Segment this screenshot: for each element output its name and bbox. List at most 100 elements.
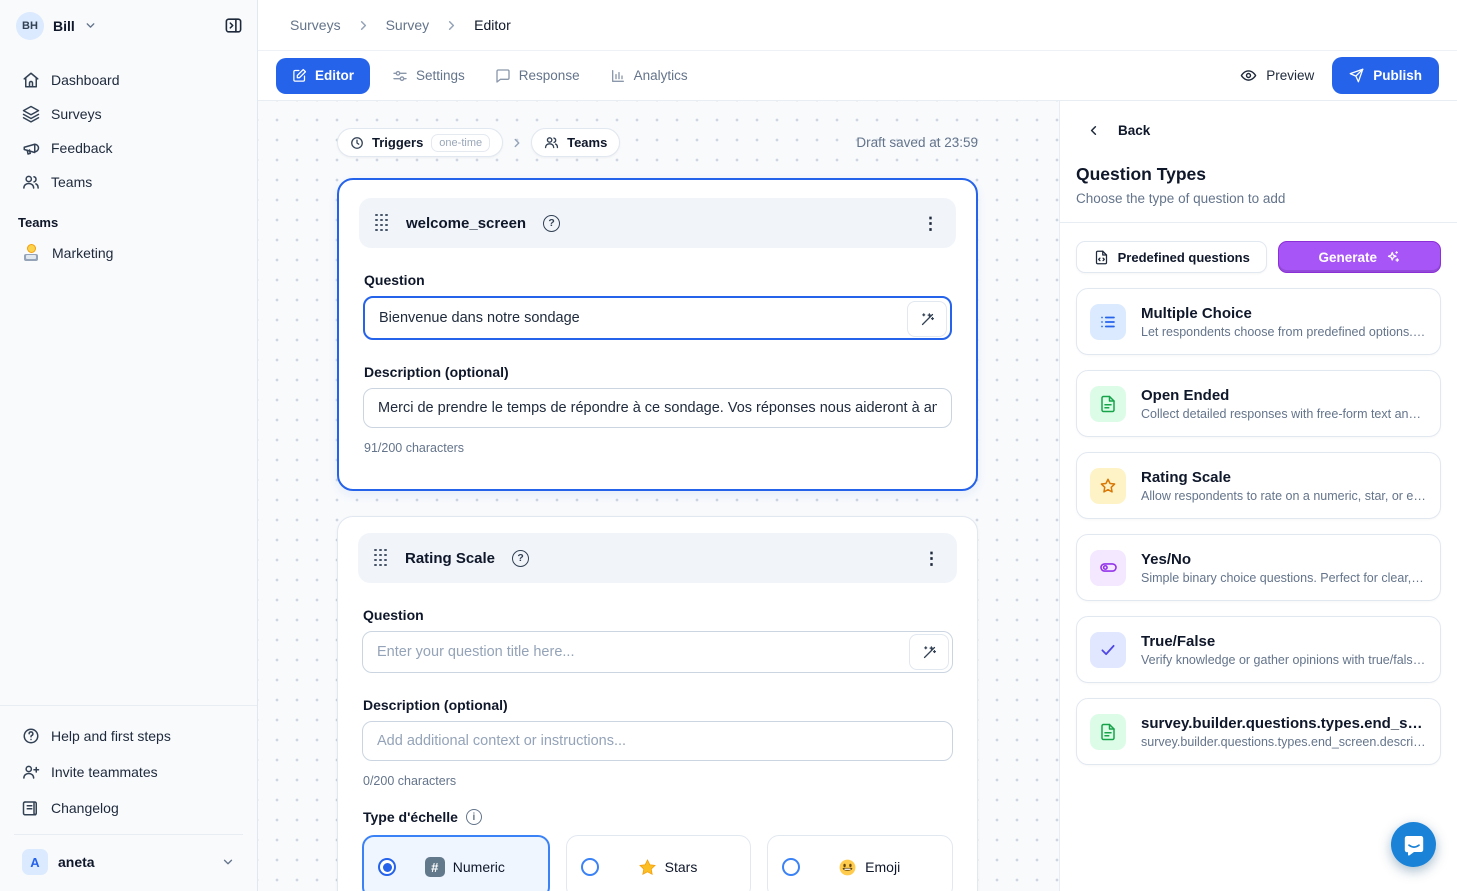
sidebar-item-label: Changelog xyxy=(51,800,119,816)
tab-response[interactable]: Response xyxy=(495,68,580,84)
kebab-menu-icon[interactable]: ⋮ xyxy=(923,550,941,567)
breadcrumb-editor[interactable]: Editor xyxy=(474,17,511,33)
question-type-multiple-choice[interactable]: Multiple Choice Let respondents choose f… xyxy=(1076,288,1441,355)
file-code-icon xyxy=(1094,250,1109,265)
info-icon[interactable]: i xyxy=(466,809,482,825)
file-text-icon xyxy=(1090,714,1126,750)
sidebar-team-marketing[interactable]: Marketing xyxy=(12,236,245,270)
account-avatar: A xyxy=(22,849,48,875)
question-title-input[interactable] xyxy=(363,296,952,340)
question-type-name: Multiple Choice xyxy=(1141,305,1427,322)
generate-button[interactable]: Generate xyxy=(1278,241,1441,273)
workspace-switcher[interactable]: BH Bill xyxy=(16,12,97,40)
list-icon xyxy=(1090,304,1126,340)
question-card-title: welcome_screen xyxy=(406,215,526,232)
survey-canvas: Triggers one-time Teams Draft saved at 2… xyxy=(258,101,1059,891)
predefined-questions-label: Predefined questions xyxy=(1118,250,1250,265)
scale-option-emoji[interactable]: Emoji xyxy=(767,835,953,891)
sidebar-item-teams[interactable]: Teams xyxy=(12,165,245,199)
clock-icon xyxy=(350,136,364,150)
sidebar-item-changelog[interactable]: Changelog xyxy=(12,790,245,826)
sidebar-item-feedback[interactable]: Feedback xyxy=(12,131,245,165)
question-card-welcome-screen[interactable]: welcome_screen ? ⋮ Question Description … xyxy=(337,178,978,491)
question-field-label: Question xyxy=(364,272,952,288)
sidebar-item-help[interactable]: Help and first steps xyxy=(12,718,245,754)
question-description-input[interactable] xyxy=(362,721,953,761)
predefined-questions-button[interactable]: Predefined questions xyxy=(1076,241,1267,273)
help-circle-icon[interactable]: ? xyxy=(543,215,560,232)
star-icon xyxy=(1090,468,1126,504)
drag-handle-icon[interactable] xyxy=(375,214,389,233)
account-menu[interactable]: A aneta xyxy=(12,843,245,881)
question-type-rating-scale[interactable]: Rating Scale Allow respondents to rate o… xyxy=(1076,452,1441,519)
question-type-description: survey.builder.questions.types.end_scree… xyxy=(1141,735,1427,749)
magic-wand-icon xyxy=(920,312,935,327)
teams-pill[interactable]: Teams xyxy=(531,128,620,157)
generate-label: Generate xyxy=(1318,250,1377,265)
question-type-end-screen[interactable]: survey.builder.questions.types.end_scr..… xyxy=(1076,698,1441,765)
radio-icon xyxy=(581,858,599,876)
ai-rewrite-button[interactable] xyxy=(907,301,947,337)
editor-toolbar: Editor Settings Response Analytics Previ… xyxy=(258,51,1457,101)
chevron-down-icon xyxy=(84,19,97,32)
triggers-label: Triggers xyxy=(372,135,423,150)
question-title-input[interactable] xyxy=(362,631,953,673)
help-circle-icon[interactable]: ? xyxy=(512,550,529,567)
question-type-description: Simple binary choice questions. Perfect … xyxy=(1141,571,1427,585)
divider xyxy=(1060,222,1457,223)
sidebar-item-invite[interactable]: Invite teammates xyxy=(12,754,245,790)
newspaper-icon xyxy=(22,799,40,817)
preview-button[interactable]: Preview xyxy=(1240,67,1314,84)
radio-checked-icon xyxy=(378,858,396,876)
sidebar-item-dashboard[interactable]: Dashboard xyxy=(12,63,245,97)
breadcrumb-surveys[interactable]: Surveys xyxy=(290,17,341,33)
publish-button[interactable]: Publish xyxy=(1332,57,1439,94)
scale-option-stars[interactable]: Stars xyxy=(566,835,752,891)
triggers-pill[interactable]: Triggers one-time xyxy=(337,128,503,157)
radio-icon xyxy=(782,858,800,876)
char-count: 0/200 characters xyxy=(363,774,953,788)
panel-subtitle: Choose the type of question to add xyxy=(1076,191,1441,206)
scale-option-label: Numeric xyxy=(453,859,505,875)
tab-settings[interactable]: Settings xyxy=(392,68,465,84)
question-type-open-ended[interactable]: Open Ended Collect detailed responses wi… xyxy=(1076,370,1441,437)
help-circle-icon xyxy=(22,727,40,745)
drag-handle-icon[interactable] xyxy=(374,549,388,568)
question-field-label: Question xyxy=(363,607,953,623)
users-icon xyxy=(22,173,40,191)
sidebar-item-label: Dashboard xyxy=(51,72,120,88)
tab-label: Analytics xyxy=(634,68,688,83)
question-card-header: Rating Scale ? ⋮ xyxy=(358,533,957,583)
scale-option-numeric[interactable]: # Numeric xyxy=(362,835,550,891)
megaphone-icon xyxy=(22,139,40,157)
back-button[interactable]: Back xyxy=(1076,123,1441,138)
trigger-frequency-badge: one-time xyxy=(431,134,490,152)
question-card-header: welcome_screen ? ⋮ xyxy=(359,198,956,248)
chat-widget-button[interactable] xyxy=(1391,822,1436,867)
kebab-menu-icon[interactable]: ⋮ xyxy=(922,215,940,232)
question-card-rating-scale[interactable]: Rating Scale ? ⋮ Question Description (o… xyxy=(337,516,978,891)
question-type-true-false[interactable]: True/False Verify knowledge or gather op… xyxy=(1076,616,1441,683)
eye-icon xyxy=(1240,67,1257,84)
breadcrumb-survey[interactable]: Survey xyxy=(386,17,430,33)
home-icon xyxy=(22,71,40,89)
scale-type-options: # Numeric Stars xyxy=(362,835,953,891)
smiley-emoji-icon xyxy=(838,858,857,877)
collapse-sidebar-button[interactable] xyxy=(224,16,243,35)
tab-editor[interactable]: Editor xyxy=(276,58,370,94)
sidebar-item-label: Help and first steps xyxy=(51,728,171,744)
tab-analytics[interactable]: Analytics xyxy=(610,68,688,84)
question-type-yes-no[interactable]: Yes/No Simple binary choice questions. P… xyxy=(1076,534,1441,601)
chat-bubble-icon xyxy=(1402,833,1426,857)
draft-status: Draft saved at 23:59 xyxy=(856,135,978,150)
description-field-label: Description (optional) xyxy=(364,364,952,380)
question-type-description: Collect detailed responses with free-for… xyxy=(1141,407,1427,421)
team-label: Marketing xyxy=(52,245,113,261)
users-icon xyxy=(544,135,559,150)
star-emoji-icon xyxy=(638,858,657,877)
question-description-input[interactable] xyxy=(363,388,952,428)
check-icon xyxy=(1090,632,1126,668)
ai-rewrite-button[interactable] xyxy=(909,634,949,670)
canvas-toolbar: Triggers one-time Teams Draft saved at 2… xyxy=(337,128,978,157)
sidebar-item-surveys[interactable]: Surveys xyxy=(12,97,245,131)
